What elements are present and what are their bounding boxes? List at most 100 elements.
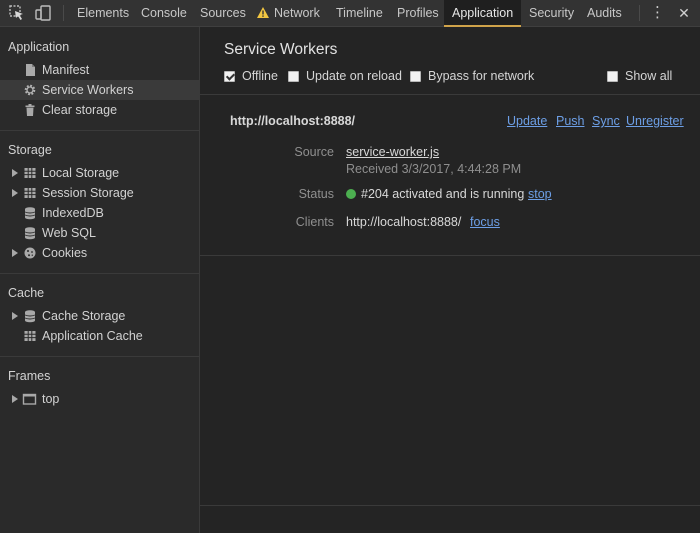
offline-label: Offline: [242, 69, 278, 83]
worker-origin: http://localhost:8888/: [230, 114, 356, 128]
tab-sources[interactable]: Sources: [192, 0, 254, 27]
tab-elements-label: Elements: [77, 6, 130, 20]
update-on-reload-label: Update on reload: [306, 69, 402, 83]
show-all-label: Show all: [625, 69, 673, 83]
sidebar-item-cache-storage[interactable]: Cache Storage: [0, 306, 199, 326]
cookie-icon: [24, 247, 36, 259]
close-icon[interactable]: ✕: [677, 4, 691, 22]
sidebar-item-label: Session Storage: [42, 186, 134, 200]
tab-timeline[interactable]: Timeline: [328, 0, 391, 27]
section-title-frames: Frames: [8, 369, 51, 383]
inspect-element-icon[interactable]: [8, 4, 26, 22]
sidebar-item-manifest[interactable]: Manifest: [0, 60, 199, 80]
received-timestamp: Received 3/3/2017, 4:44:28 PM: [346, 162, 522, 176]
bottom-divider: [200, 505, 700, 506]
panel-title: Service Workers: [224, 41, 338, 58]
sidebar-item-indexeddb[interactable]: IndexedDB: [0, 203, 199, 223]
section-title-storage: Storage: [8, 143, 52, 157]
sidebar-item-label: top: [42, 392, 60, 406]
status-running-icon: [346, 189, 356, 199]
grid-icon: [24, 168, 36, 178]
device-toolbar-icon[interactable]: [34, 4, 52, 22]
frame-icon: [22, 393, 37, 405]
tab-audits[interactable]: Audits: [579, 0, 630, 27]
sidebar-item-label: Cookies: [42, 246, 88, 260]
section-title-cache: Cache: [8, 286, 45, 300]
file-icon: [26, 64, 35, 76]
push-link[interactable]: Push: [556, 114, 585, 128]
grid-icon: [24, 331, 36, 341]
clients-label: Clients: [295, 215, 334, 229]
sidebar-item-label: IndexedDB: [42, 206, 104, 220]
offline-checkbox[interactable]: [224, 71, 235, 82]
tab-profiles[interactable]: Profiles: [389, 0, 447, 27]
sidebar-item-label: Local Storage: [42, 166, 120, 180]
bypass-for-network-checkbox[interactable]: [410, 71, 421, 82]
sidebar-divider: [0, 356, 199, 357]
devtools-toolbar: Elements Console Sources Network Timelin…: [0, 0, 700, 27]
database-icon: [24, 207, 36, 220]
expand-arrow-icon[interactable]: [12, 312, 18, 320]
tab-application[interactable]: Application: [444, 0, 521, 27]
status-text: #204 activated and is running: [361, 187, 525, 201]
tab-audits-label: Audits: [587, 6, 622, 20]
tab-network-label: Network: [274, 6, 320, 20]
more-menu-icon[interactable]: ⋮: [650, 4, 665, 22]
update-on-reload-checkbox[interactable]: [288, 71, 299, 82]
sidebar-item-local-storage[interactable]: Local Storage: [0, 163, 199, 183]
sidebar-item-label: Clear storage: [42, 103, 118, 117]
section-title-application: Application: [8, 40, 70, 54]
tab-profiles-label: Profiles: [397, 6, 439, 20]
sidebar-item-clear-storage[interactable]: Clear storage: [0, 100, 199, 120]
sidebar: Application Manifest Service Workers Cle…: [0, 27, 200, 533]
database-icon: [24, 310, 36, 323]
toolbar-separator: [63, 5, 64, 21]
sidebar-divider: [0, 130, 199, 131]
unregister-link[interactable]: Unregister: [626, 114, 684, 128]
tab-console-label: Console: [141, 6, 187, 20]
sidebar-item-label: Cache Storage: [42, 309, 126, 323]
bypass-for-network-label: Bypass for network: [428, 69, 535, 83]
tab-elements[interactable]: Elements: [69, 0, 137, 27]
stop-link[interactable]: stop: [528, 187, 552, 201]
tab-console[interactable]: Console: [133, 0, 195, 27]
show-all-checkbox[interactable]: [607, 71, 618, 82]
sidebar-item-application-cache[interactable]: Application Cache: [0, 326, 199, 346]
expand-arrow-icon[interactable]: [12, 395, 18, 403]
sidebar-item-top-frame[interactable]: top: [0, 389, 199, 409]
sidebar-item-label: Service Workers: [42, 83, 134, 97]
warning-icon: [257, 7, 269, 18]
grid-icon: [24, 188, 36, 198]
source-file-link[interactable]: service-worker.js: [346, 145, 439, 159]
toolbar-separator: [639, 5, 640, 21]
sidebar-item-web-sql[interactable]: Web SQL: [0, 223, 199, 243]
tab-application-label: Application: [452, 6, 514, 20]
database-icon: [24, 227, 36, 240]
expand-arrow-icon[interactable]: [12, 169, 18, 177]
sidebar-item-service-workers[interactable]: Service Workers: [0, 80, 199, 100]
source-label: Source: [294, 145, 334, 159]
tab-network[interactable]: Network: [249, 0, 328, 27]
client-url: http://localhost:8888/: [346, 215, 462, 229]
sidebar-item-label: Web SQL: [42, 226, 96, 240]
sidebar-divider: [0, 273, 199, 274]
trash-icon: [25, 104, 35, 116]
tab-security-label: Security: [529, 6, 575, 20]
status-value: #204 activated and is running: [346, 187, 524, 201]
sidebar-item-cookies[interactable]: Cookies: [0, 243, 199, 263]
status-label: Status: [298, 187, 334, 201]
update-link[interactable]: Update: [507, 114, 547, 128]
focus-link[interactable]: focus: [470, 215, 500, 229]
panel-divider: [200, 94, 700, 95]
tab-security[interactable]: Security: [521, 0, 582, 27]
sync-link[interactable]: Sync: [592, 114, 620, 128]
tab-sources-label: Sources: [200, 6, 246, 20]
sidebar-item-session-storage[interactable]: Session Storage: [0, 183, 199, 203]
service-workers-panel: Service Workers Offline Update on reload…: [200, 27, 700, 533]
expand-arrow-icon[interactable]: [12, 249, 18, 257]
expand-arrow-icon[interactable]: [12, 189, 18, 197]
gear-icon: [24, 84, 36, 96]
sidebar-item-label: Manifest: [42, 63, 90, 77]
sidebar-item-label: Application Cache: [42, 329, 143, 343]
worker-divider: [200, 255, 700, 256]
